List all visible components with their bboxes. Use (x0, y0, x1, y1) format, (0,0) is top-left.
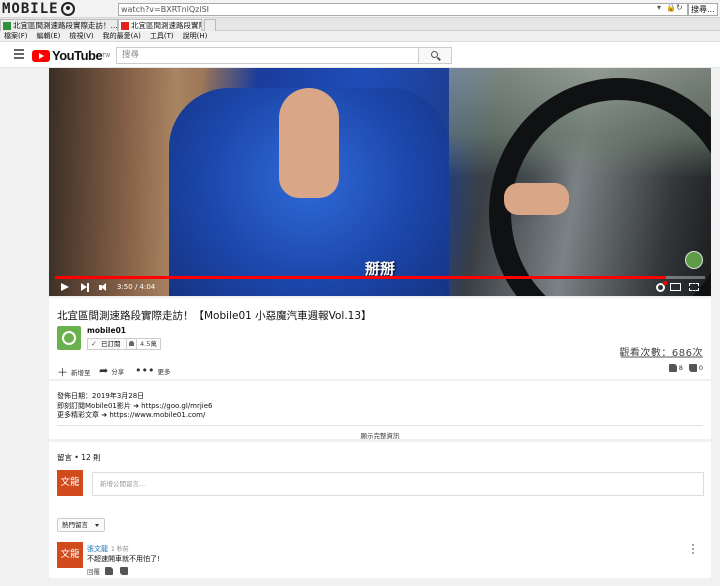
comment-author-avatar[interactable]: 文龍 (57, 542, 83, 568)
video-player[interactable]: 掰掰 3:50 / 4:04 (49, 68, 711, 296)
time-display: 3:50 / 4:04 (117, 283, 156, 291)
video-title: 北宜區間測速路段實際走訪！【Mobile01 小惡魔汽車週報Vol.13】 (57, 310, 372, 322)
channel-watermark-icon[interactable] (685, 251, 703, 269)
share-button[interactable]: ➦ 分享 (99, 364, 124, 377)
comment-count: 留言 • 12 則 (57, 453, 101, 462)
description-card: 發佈日期：2019年3月28日 即刻訂閱Mobile01影片 ➜ https:/… (49, 381, 711, 440)
menu-bar: 檔案(F) 編輯(E) 檢視(V) 我的最愛(A) 工具(T) 說明(H) (0, 31, 720, 42)
tab-strip: 北宜區間測速路段實際走訪！... 北宜區間測速路段實際走訪... × (0, 18, 720, 31)
like-ratio-bar (621, 356, 703, 358)
share-arrow-icon: ➦ (99, 364, 109, 377)
lock-icon: 🔒 (666, 3, 676, 12)
comments-section: 留言 • 12 則 文龍 新增公開留言... 熱門留言 文龍 張文龍 1 秒前 … (49, 442, 711, 578)
subscriber-count: 4.5萬 (137, 338, 161, 350)
description-line-2[interactable]: 更多精彩文章 ➜ https://www.mobile01.com/ (57, 410, 205, 420)
logo-ring-icon (60, 2, 75, 16)
theater-mode-icon[interactable] (670, 283, 681, 291)
video-frame-hand-on-wheel (504, 183, 569, 215)
address-bar[interactable]: watch?v=BXRTnlQzlSI (118, 3, 688, 16)
subscribed-button[interactable]: 已訂閱 (87, 338, 127, 350)
youtube-logo[interactable]: YouTube TW (32, 48, 110, 63)
comment-actions: 回覆 (87, 566, 130, 576)
bell-icon[interactable] (127, 338, 137, 350)
more-dots-icon: ••• (135, 364, 155, 377)
browser-search-input[interactable]: 搜尋... (688, 3, 718, 16)
youtube-header: YouTube TW 搜尋 (0, 42, 720, 68)
channel-name[interactable]: mobile01 (87, 326, 126, 335)
user-avatar: 文龍 (57, 470, 83, 496)
player-controls: 3:50 / 4:04 (49, 279, 711, 296)
refresh-icon[interactable]: ↻ (676, 3, 683, 12)
thumb-up-icon (668, 364, 677, 372)
search-button[interactable] (419, 47, 452, 64)
thumb-down-icon (688, 364, 697, 372)
dropdown-arrow-icon[interactable]: ▾ (657, 3, 661, 12)
search-icon (431, 51, 438, 58)
next-icon[interactable] (81, 283, 89, 292)
new-tab-button[interactable] (204, 19, 216, 31)
like-dislike-group: 8 0 (668, 364, 703, 372)
favicon-icon (3, 22, 11, 30)
play-icon[interactable] (61, 283, 69, 291)
comment-input[interactable]: 新增公開留言... (92, 472, 704, 496)
video-frame-hand (279, 88, 339, 198)
settings-gear-icon[interactable] (656, 281, 667, 292)
comment-like-icon[interactable] (105, 567, 113, 575)
video-info-card: 北宜區間測速路段實際走訪！【Mobile01 小惡魔汽車週報Vol.13】 mo… (49, 298, 711, 380)
youtube-favicon-icon (121, 22, 129, 30)
tab-2[interactable]: 北宜區間測速路段實際走訪... × (118, 19, 202, 31)
menu-file[interactable]: 檔案(F) (4, 31, 28, 41)
browser-toolbar: MOBILE watch?v=BXRTnlQzlSI ▾ 🔒 ↻ 搜尋... (0, 0, 720, 18)
mobile01-watermark-logo: MOBILE (2, 0, 75, 18)
like-button[interactable]: 8 (668, 364, 683, 372)
close-tab-icon[interactable]: × (192, 20, 199, 31)
video-actions: ＋新增至 ➦ 分享 ••• 更多 8 0 (49, 360, 711, 380)
menu-tools[interactable]: 工具(T) (150, 31, 174, 41)
menu-help[interactable]: 說明(H) (183, 31, 208, 41)
comment-dislike-icon[interactable] (120, 567, 128, 575)
dislike-button[interactable]: 0 (688, 364, 703, 372)
youtube-play-icon (32, 49, 50, 62)
comment-text: 不超速開車就不用怕了! (87, 555, 160, 563)
search-input[interactable]: 搜尋 (116, 47, 419, 64)
show-more-button[interactable]: 顯示完整資訊 (57, 425, 703, 440)
fullscreen-icon[interactable] (689, 283, 699, 291)
hamburger-menu-icon[interactable] (14, 49, 24, 59)
comment-menu-icon[interactable] (692, 544, 695, 555)
comment-author[interactable]: 張文龍 (87, 544, 108, 554)
tab-1[interactable]: 北宜區間測速路段實際走訪！... (0, 19, 118, 31)
menu-favorites[interactable]: 我的最愛(A) (103, 31, 141, 41)
more-button[interactable]: ••• 更多 (135, 364, 170, 377)
channel-avatar[interactable] (57, 326, 81, 350)
menu-edit[interactable]: 編輯(E) (37, 31, 61, 41)
reply-button[interactable]: 回覆 (87, 566, 100, 576)
sort-comments-button[interactable]: 熱門留言 (57, 518, 105, 532)
publish-date: 發佈日期：2019年3月28日 (57, 392, 145, 400)
plus-icon: ＋ (57, 366, 68, 379)
comment-time[interactable]: 1 秒前 (111, 544, 129, 553)
menu-view[interactable]: 檢視(V) (69, 31, 93, 41)
volume-icon[interactable] (99, 283, 109, 292)
add-to-button[interactable]: ＋新增至 (57, 364, 91, 380)
